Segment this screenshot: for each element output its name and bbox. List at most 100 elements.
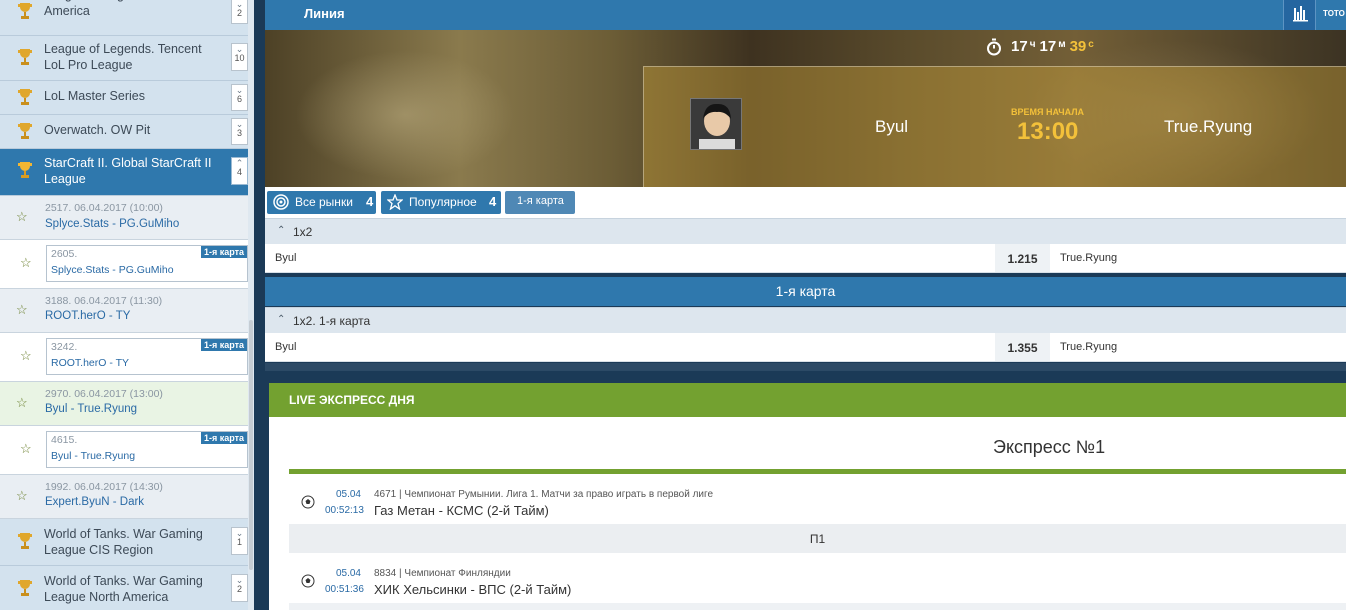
match-item-selected[interactable]: ☆ 2970. 06.04.2017 (13:00) Byul - True.R… bbox=[0, 382, 248, 426]
map-badge: 1-я карта bbox=[200, 432, 247, 444]
event-name[interactable]: Газ Метан - КСМС (2-й Тайм) bbox=[374, 503, 549, 518]
sidebar-league[interactable]: LoL Master Series ⌄ 6 bbox=[0, 81, 254, 115]
tab-first-map[interactable]: 1-я карта bbox=[505, 191, 575, 214]
submatch-box[interactable]: 3242. ROOT.herO - TY 1-я карта bbox=[46, 338, 248, 375]
trophy-icon bbox=[18, 162, 32, 178]
tab-count: 4 bbox=[489, 194, 497, 209]
league-count[interactable]: ⌄ 2 bbox=[231, 574, 248, 602]
tab-label: 1-я карта bbox=[517, 195, 564, 207]
event-name[interactable]: ХИК Хельсинки - ВПС (2-й Тайм) bbox=[374, 582, 571, 597]
submatch-id: 4615. bbox=[51, 434, 78, 446]
sidebar-league-active[interactable]: StarCraft II. Global StarCraft II League… bbox=[0, 149, 254, 196]
submatch-id: 2605. bbox=[51, 248, 78, 260]
league-name: LoL Master Series bbox=[44, 89, 145, 103]
sidebar-league[interactable]: League of Legends. Tencent LoL Pro Leagu… bbox=[0, 36, 254, 81]
express-body: Экспресс №1 05.04 00:52:13 4671 | Чемпио… bbox=[269, 417, 1346, 610]
submatch-box[interactable]: 2605. Splyce.Stats - PG.GuMiho 1-я карта bbox=[46, 245, 248, 282]
timer-hours: 17 bbox=[1011, 38, 1028, 55]
trophy-icon bbox=[18, 49, 32, 65]
league-name: League of Legends. LCS North America bbox=[44, 0, 216, 18]
match-item[interactable]: ☆ 2517. 06.04.2017 (10:00) Splyce.Stats … bbox=[0, 196, 248, 240]
submatch-item[interactable]: ☆ 3242. ROOT.herO - TY 1-я карта bbox=[0, 333, 248, 382]
toto-link[interactable]: ТОТО bbox=[1323, 9, 1345, 18]
stats-button[interactable] bbox=[1283, 0, 1316, 30]
match-item[interactable]: ☆ 1992. 06.04.2017 (14:30) Expert.ByuN -… bbox=[0, 475, 248, 519]
page-title: Линия bbox=[304, 6, 345, 21]
submatch-item[interactable]: ☆ 4615. Byul - True.Ryung 1-я карта bbox=[0, 426, 248, 475]
event-time: 00:51:36 bbox=[325, 584, 364, 595]
submatch-item[interactable]: ☆ 2605. Splyce.Stats - PG.GuMiho 1-я кар… bbox=[0, 240, 248, 289]
match-item[interactable]: ☆ 3188. 06.04.2017 (11:30) ROOT.herO - T… bbox=[0, 289, 248, 333]
trophy-icon bbox=[18, 123, 32, 139]
stopwatch-icon bbox=[987, 38, 1001, 56]
sidebar-league[interactable]: World of Tanks. War Gaming League CIS Re… bbox=[0, 519, 254, 566]
market-team2: True.Ryung bbox=[1060, 252, 1118, 264]
event-time: 00:52:13 bbox=[325, 505, 364, 516]
tab-popular[interactable]: Популярное 4 bbox=[381, 191, 501, 214]
section-gap bbox=[265, 363, 1346, 371]
match-id: 2517. 06.04.2017 (10:00) bbox=[45, 202, 163, 214]
submatch-teams[interactable]: ROOT.herO - TY bbox=[51, 357, 129, 369]
match-id: 2970. 06.04.2017 (13:00) bbox=[45, 388, 163, 400]
star-icon[interactable]: ☆ bbox=[20, 255, 32, 271]
start-time-label: ВРЕМЯ НАЧАЛА bbox=[1011, 107, 1085, 117]
match-teams[interactable]: Expert.ByuN - Dark bbox=[45, 496, 144, 508]
market-title: 1x2. 1-я карта bbox=[293, 314, 371, 328]
market-header[interactable]: ⌃ 1x2. 1-я карта bbox=[265, 307, 1346, 333]
match-teams[interactable]: ROOT.herO - TY bbox=[45, 310, 130, 322]
league-count[interactable]: ⌄ 2 bbox=[231, 0, 248, 24]
sidebar: League of Legends. LCS North America ⌄2 … bbox=[0, 0, 254, 610]
match-teams[interactable]: Splyce.Stats - PG.GuMiho bbox=[45, 218, 179, 230]
sidebar-league[interactable]: World of Tanks. War Gaming League North … bbox=[0, 566, 254, 610]
banner-art bbox=[295, 50, 515, 180]
star-icon[interactable]: ☆ bbox=[16, 302, 28, 318]
odds-button[interactable]: 1.215 bbox=[995, 244, 1050, 272]
soccer-ball-icon bbox=[301, 574, 315, 588]
league-count[interactable]: ⌄ 1 bbox=[231, 527, 248, 555]
market-title: 1x2 bbox=[293, 225, 313, 239]
market-team1: Byul bbox=[275, 341, 297, 353]
league-count[interactable]: ⌄ 6 bbox=[231, 84, 248, 111]
odds-button[interactable]: 1.355 bbox=[995, 333, 1050, 361]
league-name: World of Tanks. War Gaming League CIS Re… bbox=[44, 527, 203, 557]
scrollbar-thumb[interactable] bbox=[249, 320, 253, 570]
chevron-up-icon: ⌃ bbox=[277, 314, 286, 325]
league-name: Overwatch. OW Pit bbox=[44, 123, 151, 137]
league-name: League of Legends. Tencent LoL Pro Leagu… bbox=[44, 42, 202, 72]
trophy-icon bbox=[18, 89, 32, 105]
submatch-teams[interactable]: Splyce.Stats - PG.GuMiho bbox=[51, 264, 174, 276]
league-count[interactable]: ⌃ 4 bbox=[231, 157, 248, 185]
sidebar-scrollbar[interactable] bbox=[248, 0, 254, 610]
league-name: World of Tanks. War Gaming League North … bbox=[44, 574, 203, 604]
express-title: Экспресс №1 bbox=[993, 437, 1106, 457]
sidebar-league[interactable]: League of Legends. LCS North America ⌄2 bbox=[0, 0, 254, 36]
market-team1: Byul bbox=[275, 252, 297, 264]
star-icon[interactable]: ☆ bbox=[20, 348, 32, 364]
star-icon[interactable]: ☆ bbox=[16, 395, 28, 411]
tab-count: 4 bbox=[366, 194, 374, 209]
sidebar-league[interactable]: Overwatch. OW Pit ⌄ 3 bbox=[0, 115, 254, 149]
league-count[interactable]: ⌄ 10 bbox=[231, 43, 248, 71]
start-time: 13:00 bbox=[1017, 118, 1079, 145]
countdown-timer: 17 ч 17 м 39 с bbox=[1011, 38, 1098, 55]
star-icon[interactable]: ☆ bbox=[16, 209, 28, 225]
tab-all-markets[interactable]: Все рынки 4 bbox=[267, 191, 376, 214]
league-count[interactable]: ⌄ 3 bbox=[231, 118, 248, 145]
express-event[interactable]: 05.04 00:52:13 4671 | Чемпионат Румынии.… bbox=[289, 479, 1346, 527]
player-photo bbox=[691, 99, 741, 149]
express-event[interactable]: 05.04 00:51:36 8834 | Чемпионат Финлянди… bbox=[289, 558, 1346, 606]
map-badge: 1-я карта bbox=[200, 246, 247, 258]
target-icon bbox=[273, 194, 289, 210]
market-header[interactable]: ⌃ 1x2 bbox=[265, 218, 1346, 244]
star-icon[interactable]: ☆ bbox=[16, 488, 28, 504]
match-teams[interactable]: Byul - True.Ryung bbox=[45, 403, 137, 415]
timer-minutes-unit: м bbox=[1058, 39, 1066, 50]
event-date: 05.04 bbox=[335, 489, 361, 500]
market-tabs: Все рынки 4 Популярное 4 1-я карта bbox=[265, 187, 1346, 218]
soccer-ball-icon bbox=[301, 495, 315, 509]
submatch-box[interactable]: 4615. Byul - True.Ryung 1-я карта bbox=[46, 431, 248, 468]
submatch-teams[interactable]: Byul - True.Ryung bbox=[51, 450, 135, 462]
match-id: 1992. 06.04.2017 (14:30) bbox=[45, 481, 163, 493]
event-pick[interactable]: П1 bbox=[289, 524, 1346, 553]
star-icon[interactable]: ☆ bbox=[20, 441, 32, 457]
